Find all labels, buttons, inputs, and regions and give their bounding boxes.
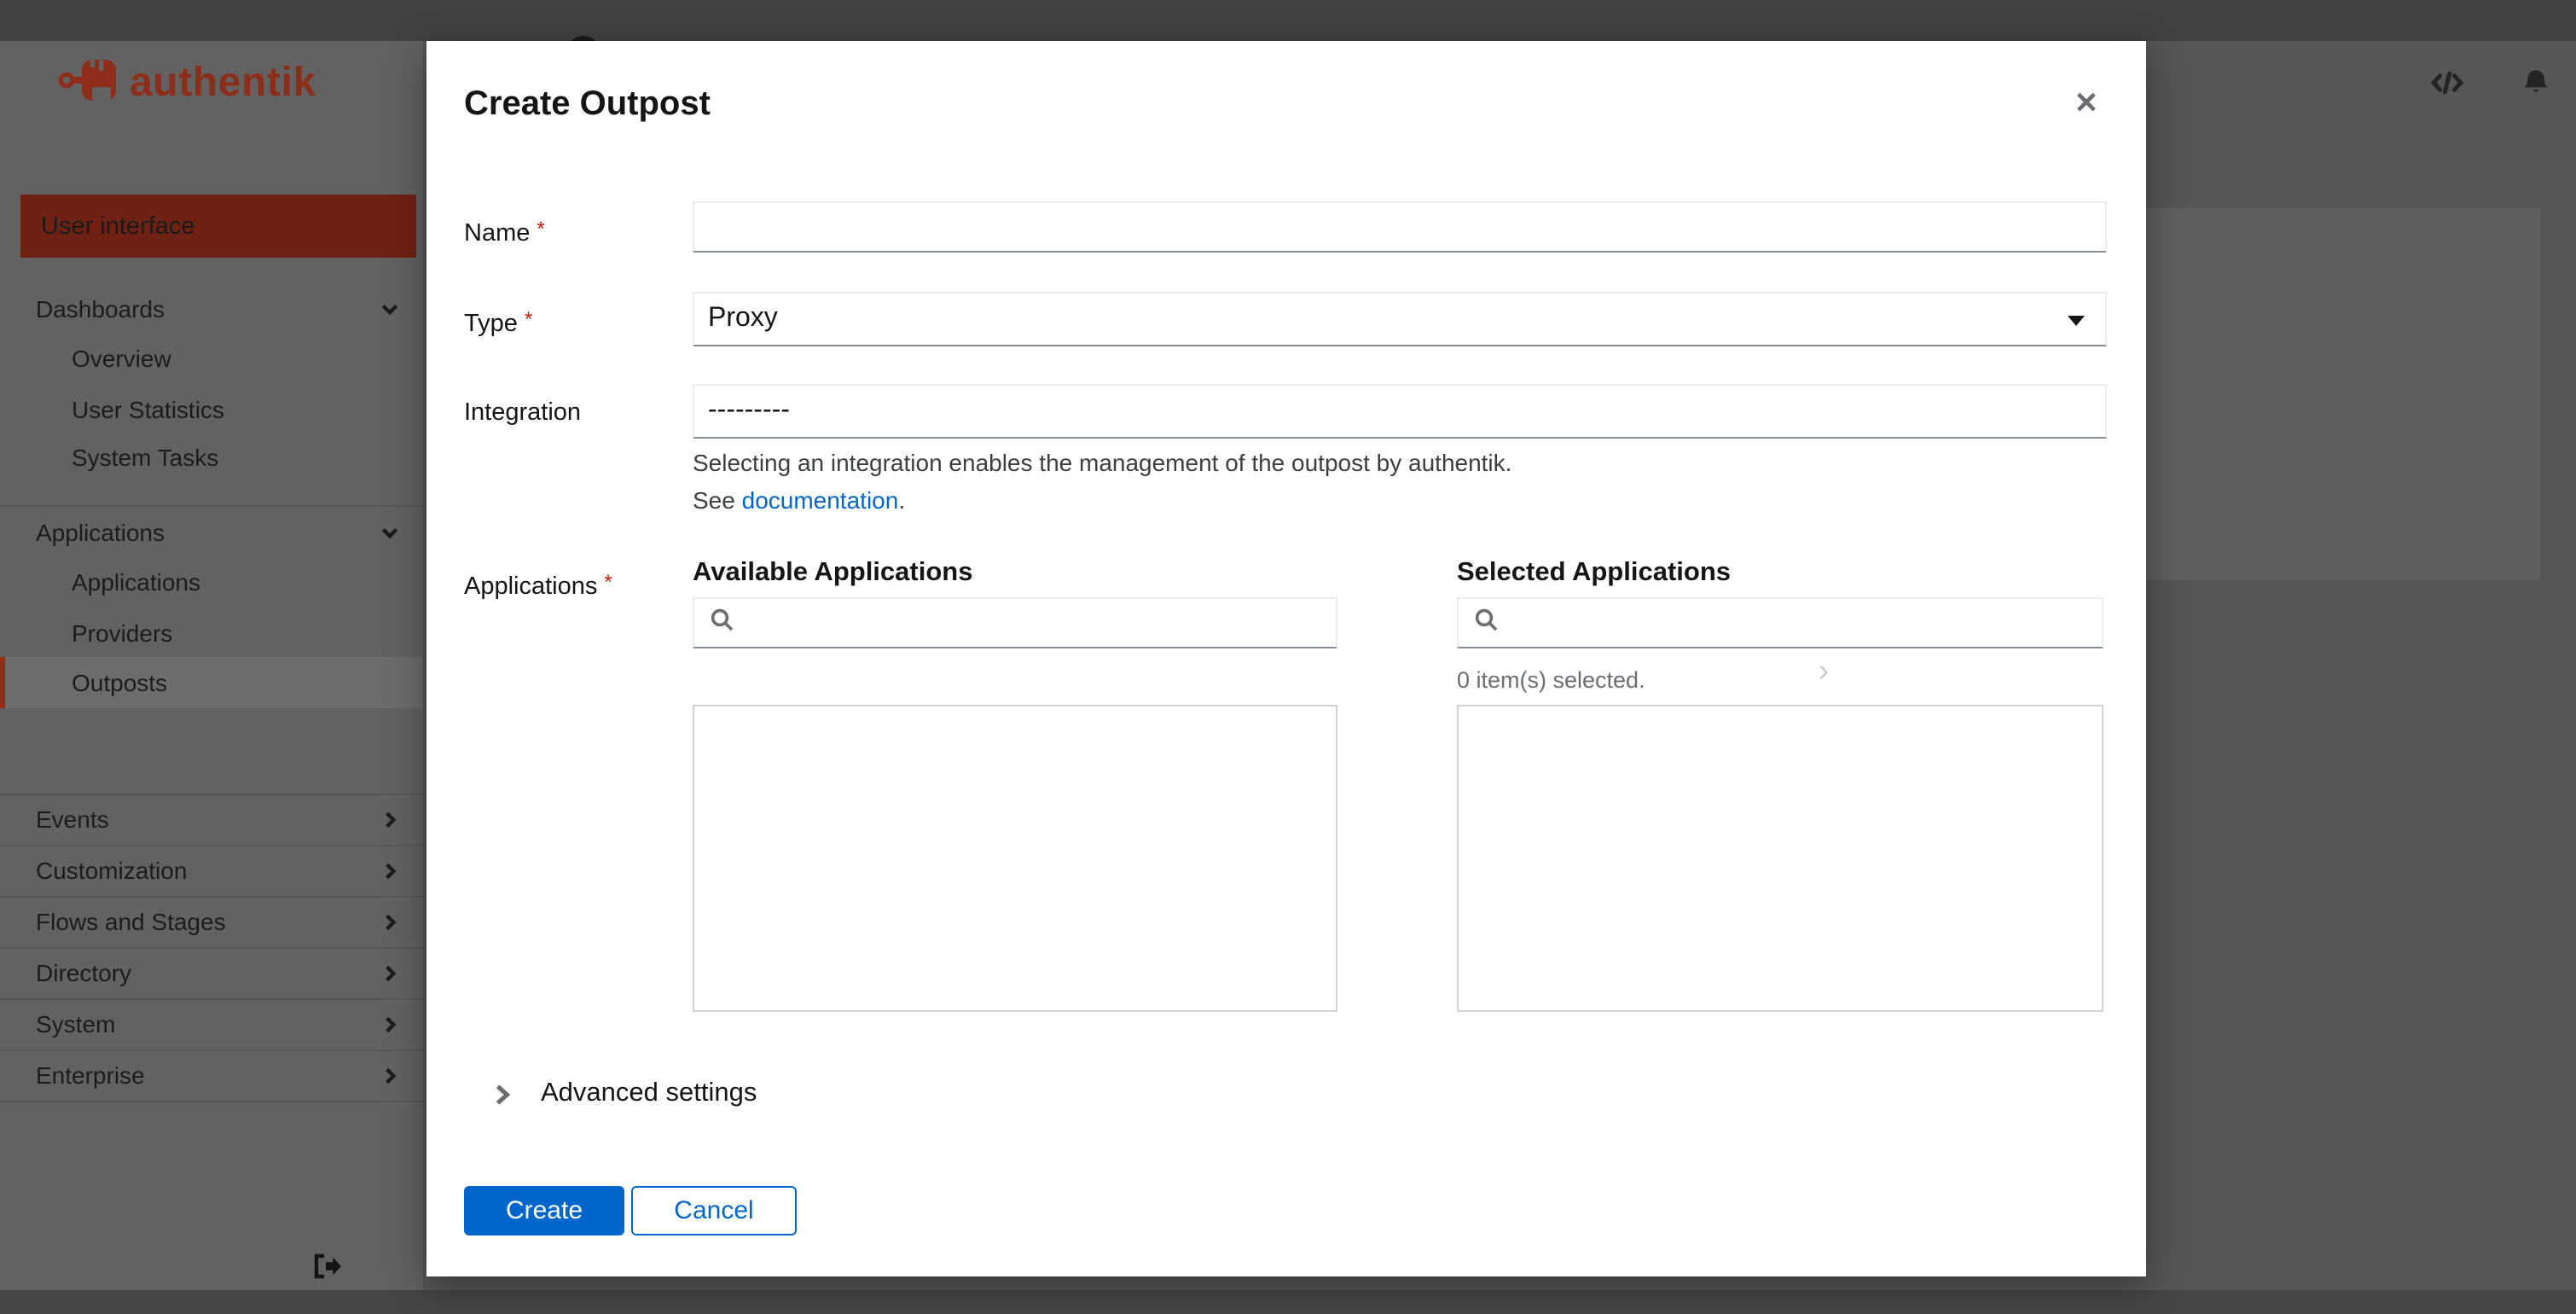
applications-label: Applications * <box>464 570 612 601</box>
sidebar-group-enterprise[interactable]: Enterprise <box>0 1049 423 1101</box>
name-input[interactable] <box>693 201 2107 253</box>
label-text: Integration <box>464 399 581 427</box>
sidebar-item-user-statistics[interactable]: User Statistics <box>0 384 423 435</box>
selected-applications-listbox[interactable] <box>1457 705 2103 1012</box>
masthead <box>0 0 2576 41</box>
required-marker: * <box>525 307 532 331</box>
notifications-button[interactable] <box>2521 68 2550 106</box>
user-interface-label: User interface <box>41 212 195 240</box>
sidebar-item-providers[interactable]: Providers <box>0 608 423 659</box>
chevron-down-icon <box>380 523 399 542</box>
create-outpost-modal: Create Outpost ✕ Name * Type * Proxy Integ… <box>426 41 2146 1276</box>
chevron-down-icon <box>380 299 399 318</box>
sidebar-group-flows-and-stages[interactable]: Flows and Stages <box>0 896 423 947</box>
advanced-settings-toggle[interactable]: Advanced settings <box>493 1079 757 1109</box>
help-text: . <box>898 486 905 514</box>
sidebar: authentik User interface Dashboards Over… <box>0 41 423 1314</box>
authentik-key-icon <box>58 54 119 113</box>
group-label: Events <box>0 805 109 833</box>
item-label: Outposts <box>5 669 167 696</box>
brand-logo[interactable]: authentik <box>58 56 316 111</box>
cancel-button[interactable]: Cancel <box>631 1186 797 1236</box>
viewport-bottom-strip <box>0 1290 2576 1314</box>
available-search-input[interactable] <box>746 601 1336 645</box>
integration-select[interactable]: --------- <box>693 384 2107 439</box>
type-select[interactable]: Proxy <box>693 292 2107 346</box>
search-icon <box>710 607 734 639</box>
search-icon <box>1474 607 1498 639</box>
sidebar-group-applications[interactable]: Applications <box>0 507 423 558</box>
caret-down-icon <box>2068 316 2085 326</box>
group-label: Flows and Stages <box>0 908 226 935</box>
available-applications-listbox[interactable] <box>693 705 1337 1012</box>
chevron-right-icon <box>380 1015 399 1033</box>
group-label: Directory <box>0 959 131 986</box>
sidebar-group-events[interactable]: Events <box>0 794 423 845</box>
app-root: authentik User interface Dashboards Over… <box>0 0 2576 1314</box>
chevron-right-icon <box>493 1083 512 1105</box>
chevron-right-icon <box>380 810 399 829</box>
sign-out-button[interactable] <box>312 1253 343 1288</box>
close-button[interactable]: ✕ <box>2064 82 2109 126</box>
modal-title: Create Outpost <box>464 85 711 125</box>
available-applications-title: Available Applications <box>693 558 972 589</box>
api-code-button[interactable] <box>2429 70 2465 104</box>
sidebar-item-user-interface[interactable]: User interface <box>20 195 416 258</box>
group-label: Dashboards <box>0 295 165 323</box>
angle-right-icon: › <box>1819 654 1830 689</box>
sidebar-divider <box>0 1101 423 1102</box>
chevron-right-icon <box>380 912 399 931</box>
required-marker: * <box>604 570 612 594</box>
close-icon: ✕ <box>2074 87 2099 119</box>
selected-search <box>1457 597 2103 648</box>
chevron-right-icon <box>380 963 399 982</box>
integration-label: Integration <box>464 399 581 427</box>
documentation-link[interactable]: documentation <box>742 486 899 514</box>
bell-icon <box>2521 75 2550 104</box>
group-label: System <box>0 1010 115 1038</box>
sidebar-group-dashboards[interactable]: Dashboards <box>0 283 423 334</box>
group-label: Applications <box>0 519 165 546</box>
required-marker: * <box>537 217 544 241</box>
integration-help-text: Selecting an integration enables the man… <box>693 449 1511 476</box>
label-text: Name <box>464 220 530 247</box>
sidebar-group-system[interactable]: System <box>0 998 423 1049</box>
selected-applications-title: Selected Applications <box>1457 558 1731 589</box>
sidebar-item-applications[interactable]: Applications <box>0 556 423 608</box>
group-label: Customization <box>0 857 187 884</box>
item-label: Overview <box>0 345 171 372</box>
selected-search-input[interactable] <box>1510 601 2102 645</box>
item-label: User Statistics <box>0 396 224 423</box>
advanced-settings-label: Advanced settings <box>541 1079 757 1109</box>
sidebar-group-customization[interactable]: Customization <box>0 845 423 896</box>
integration-select-value: --------- <box>708 396 790 427</box>
chevron-right-icon <box>380 861 399 880</box>
label-text: Type <box>464 311 518 338</box>
integration-help-docs: See documentation. <box>693 486 905 514</box>
item-label: System Tasks <box>0 444 218 471</box>
sidebar-group-directory[interactable]: Directory <box>0 947 423 998</box>
name-label: Name * <box>464 217 545 247</box>
available-search <box>693 597 1337 648</box>
sign-out-icon <box>312 1258 343 1287</box>
sidebar-item-outposts[interactable]: Outposts <box>0 657 423 708</box>
chevron-right-icon <box>380 1066 399 1084</box>
brand-wordmark: authentik <box>130 60 316 108</box>
code-icon <box>2429 73 2465 102</box>
help-text: See <box>693 486 742 514</box>
sidebar-item-overview[interactable]: Overview <box>0 333 423 384</box>
type-label: Type * <box>464 307 532 338</box>
selected-count-status: 0 item(s) selected. <box>1457 667 1645 693</box>
create-button[interactable]: Create <box>464 1186 624 1236</box>
sidebar-item-system-tasks[interactable]: System Tasks <box>0 432 423 483</box>
group-label: Enterprise <box>0 1061 145 1089</box>
type-select-value: Proxy <box>708 304 778 334</box>
move-selected-right-button[interactable]: › <box>1803 652 1844 693</box>
item-label: Applications <box>0 568 200 596</box>
label-text: Applications <box>464 573 597 601</box>
item-label: Providers <box>0 619 172 647</box>
